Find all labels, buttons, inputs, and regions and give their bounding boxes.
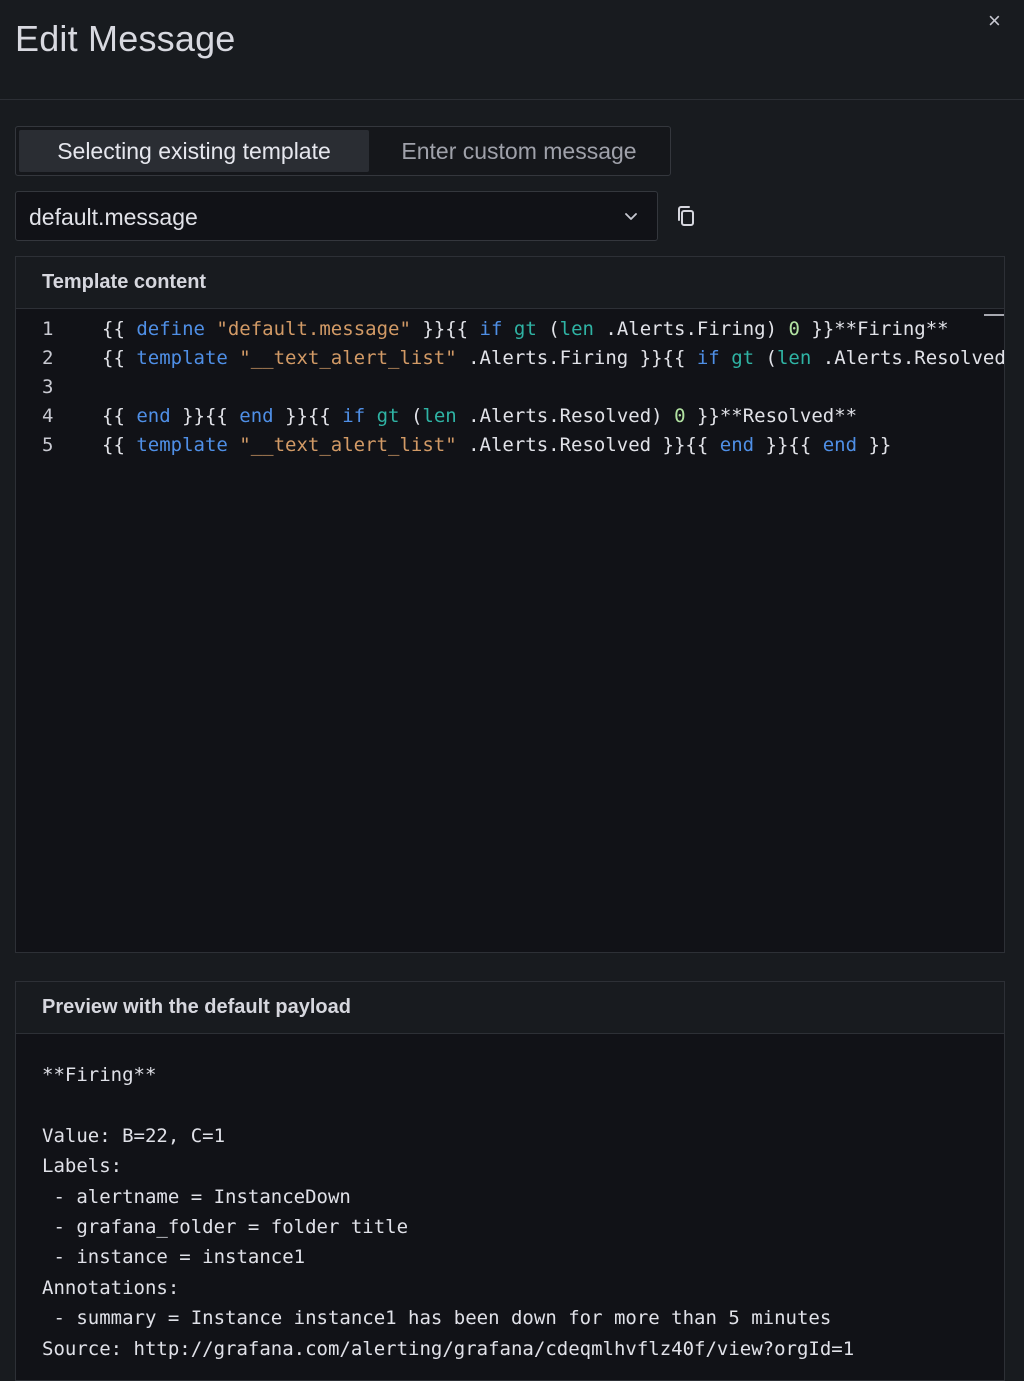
preview-label: Preview with the default payload [42,996,351,1018]
template-select-value: default.message [29,204,198,230]
code-line-text: {{ end }}{{ end }}{{ if gt (len .Alerts.… [102,405,858,427]
preview-body: **Firing** Value: B=22, C=1 Labels: - aler… [42,1060,854,1364]
copy-icon[interactable] [674,204,698,228]
code-line: 3 [16,373,1004,402]
template-content-label: Template content [42,271,207,293]
preview-line: - instance = instance1 [42,1246,306,1269]
tab-existing-template[interactable]: Selecting existing template [19,130,369,172]
code-line-text: {{ define "default.message" }}{{ if gt (… [102,318,949,340]
message-mode-toggle: Selecting existing template Enter custom… [15,126,671,176]
dialog-title: Edit Message [15,18,236,59]
preview-line: Value: B=22, C=1 [42,1124,226,1147]
preview-line: Labels: [42,1155,123,1178]
line-number: 3 [42,376,54,398]
template-content-panel: Template content 1 {{ define "default.mes… [15,256,1005,953]
code-line-text: {{ template "__text_alert_list" .Alerts.… [102,347,1004,369]
preview-line: Annotations: [42,1276,180,1299]
code-line: 5 {{ template "__text_alert_list" .Alerts… [16,431,1004,460]
preview-line: Source: http://grafana.com/alerting/graf… [42,1337,855,1360]
chevron-down-icon [625,213,637,220]
line-number: 1 [42,318,54,340]
preview-line: **Firing** [42,1064,157,1086]
tab-custom-message[interactable]: Enter custom message [373,130,665,172]
preview-panel: Preview with the default payload **Firin… [15,981,1005,1381]
code-line-text: {{ template "__text_alert_list" .Alerts.… [102,434,892,456]
preview-line: - summary = Instance instance1 has been … [42,1307,832,1330]
line-number: 2 [42,347,54,369]
code-line: 4 {{ end }}{{ end }}{{ if gt (len .Alerts… [16,402,1004,431]
preview-line: - grafana_folder = folder title [42,1215,409,1238]
code-line: 2 {{ template "__text_alert_list" .Alerts… [16,344,1004,373]
preview-line: - alertname = InstanceDown [42,1185,351,1208]
line-number: 5 [42,434,54,456]
line-number: 4 [42,405,54,427]
template-content-header: Template content [16,257,1004,309]
preview-line [42,1090,854,1120]
template-select[interactable]: default.message [15,191,658,241]
code-line: 1 {{ define "default.message" }}{{ if gt … [16,315,1004,344]
dialog-header: Edit Message × [0,0,1024,100]
close-icon[interactable]: × [988,8,1001,34]
code-editor[interactable]: 1 {{ define "default.message" }}{{ if gt … [16,309,1004,952]
preview-header: Preview with the default payload [16,982,1004,1034]
